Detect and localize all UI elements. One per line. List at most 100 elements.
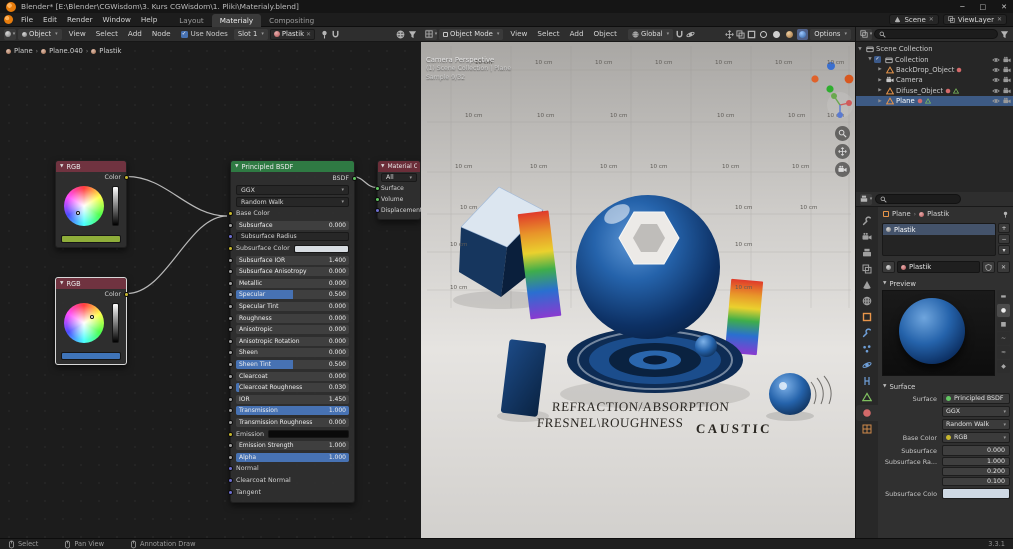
slider-ior[interactable]: IOR1.450 [236, 395, 349, 404]
outliner-search[interactable] [874, 29, 998, 39]
properties-tab-object[interactable] [856, 309, 878, 325]
input-socket-subsurface-radius[interactable] [228, 234, 233, 239]
shading-rendered-button[interactable] [797, 29, 808, 40]
output-target-dropdown[interactable]: All▾ [381, 173, 417, 183]
properties-tab-scene[interactable] [856, 277, 878, 293]
color-wheel-cursor[interactable] [90, 315, 94, 319]
surface-section-header[interactable]: ▼Surface [878, 381, 1013, 392]
snap-magnet-icon[interactable] [331, 30, 340, 39]
material-slot-active[interactable]: Plastik [883, 224, 995, 235]
viewport-menu-object[interactable]: Object [589, 27, 622, 41]
mode-dropdown[interactable]: Object Mode▾ [439, 29, 503, 40]
subsurface-method-dropdown[interactable]: Random Walk▾ [236, 197, 349, 207]
preview-type-cloth[interactable]: ≈ [997, 346, 1010, 359]
input-socket-clearcoat-roughness[interactable] [228, 385, 233, 390]
slot-button-specials[interactable]: ▾ [998, 245, 1010, 255]
outliner-row-scene-collection[interactable]: ▼Scene Collection [856, 44, 1013, 54]
material-slot-list[interactable]: Plastik [882, 223, 996, 256]
input-socket-base-color[interactable] [228, 211, 233, 216]
distribution-dropdown[interactable]: GGX▾ [236, 185, 349, 195]
app-menu-icon[interactable] [4, 15, 13, 24]
color-preview[interactable] [61, 235, 121, 243]
viewport-menu-view[interactable]: View [505, 27, 532, 41]
rgb-node-1[interactable]: ▼RGB Color [55, 160, 127, 248]
distribution-dropdown[interactable]: GGX▾ [942, 406, 1010, 417]
unlink-material-button[interactable]: ✕ [997, 261, 1010, 273]
menu-file[interactable]: File [16, 13, 38, 27]
shader-menu-add[interactable]: Add [123, 27, 147, 41]
menu-window[interactable]: Window [98, 13, 136, 27]
slot-button-remove[interactable]: − [998, 234, 1010, 244]
input-socket-tangent[interactable] [228, 490, 233, 495]
menu-help[interactable]: Help [136, 13, 162, 27]
input-socket-subsurface-anisotropy[interactable] [228, 269, 233, 274]
maximize-button[interactable]: □ [980, 3, 987, 11]
filter-icon[interactable] [408, 30, 417, 39]
slider-subsurface-ior[interactable]: Subsurface IOR1.400 [236, 256, 349, 265]
color-output-socket[interactable] [124, 175, 129, 180]
input-socket-emission-strength[interactable] [228, 443, 233, 448]
slider-emission-strength[interactable]: Emission Strength1.000 [236, 441, 349, 450]
collection-checkbox[interactable]: ✓ [874, 56, 881, 63]
slider-anisotropic[interactable]: Anisotropic0.000 [236, 325, 349, 334]
slider-subsurface[interactable]: Subsurface0.000 [236, 221, 349, 230]
input-socket-specular[interactable] [228, 292, 233, 297]
preview-type-hair[interactable]: ~ [997, 332, 1010, 345]
color-output-socket[interactable] [124, 292, 129, 297]
pin-icon[interactable] [320, 30, 329, 39]
material-selector[interactable]: Plastik ✕ [270, 29, 315, 40]
input-socket-transmission[interactable] [228, 408, 233, 413]
preview-section-header[interactable]: ▼Preview [878, 278, 1013, 289]
input-socket-subsurface-ior[interactable] [228, 258, 233, 263]
slider-sheen-tint[interactable]: Sheen Tint0.500 [236, 360, 349, 369]
hide-viewport-toggle[interactable] [992, 66, 1000, 74]
slider-subsurface-anisotropy[interactable]: Subsurface Anisotropy0.000 [236, 267, 349, 276]
options-dropdown[interactable]: Options▾ [810, 29, 851, 40]
properties-tab-modifiers[interactable] [856, 325, 878, 341]
viewport-menu-select[interactable]: Select [532, 27, 564, 41]
slider-transmission[interactable]: Transmission1.000 [236, 406, 349, 415]
input-socket-sheen-tint[interactable] [228, 362, 233, 367]
camera-view-button[interactable] [835, 162, 850, 177]
navigation-gizmo[interactable] [825, 90, 855, 120]
breadcrumb-object[interactable]: Plane [892, 210, 911, 218]
properties-tab-tool[interactable] [856, 213, 878, 229]
material-output-node[interactable]: ▼Material Out All▾ SurfaceVolumeDisplace… [377, 160, 421, 220]
scene-selector[interactable]: Scene ✕ [889, 14, 938, 25]
node-header[interactable]: ▼Principled BSDF [231, 161, 354, 172]
view-layer-unlink-icon[interactable]: ✕ [997, 16, 1002, 23]
fake-user-button[interactable] [982, 261, 995, 273]
input-socket-roughness[interactable] [228, 316, 233, 321]
gizmos-toggle-icon[interactable] [725, 30, 734, 39]
properties-tab-view-layer[interactable] [856, 261, 878, 277]
shader-menu-view[interactable]: View [64, 27, 91, 41]
outliner-search-input[interactable] [888, 30, 993, 38]
node-header[interactable]: ▼RGB [56, 161, 126, 172]
input-socket-emission[interactable] [228, 432, 233, 437]
properties-tab-constraints[interactable] [856, 373, 878, 389]
properties-tab-output[interactable] [856, 245, 878, 261]
preview-type-flat[interactable]: ▬ [997, 290, 1010, 303]
color-preview[interactable] [61, 352, 121, 360]
properties-search[interactable] [875, 194, 961, 204]
slot-button-add[interactable]: + [998, 223, 1010, 233]
move-view-button[interactable] [835, 144, 850, 159]
use-nodes-toggle[interactable]: ✓ Use Nodes [181, 30, 228, 38]
subsurface-slider[interactable]: 0.000 [942, 445, 1010, 456]
properties-tab-material[interactable] [856, 405, 878, 421]
input-socket-clearcoat-normal[interactable] [228, 478, 233, 483]
editor-type-button[interactable]: ▾ [4, 29, 16, 40]
subsurface-radius-value-2[interactable]: 0.100 [942, 477, 1010, 486]
slider-anisotropic-rotation[interactable]: Anisotropic Rotation0.000 [236, 337, 349, 346]
orientation-dropdown[interactable]: Global▾ [628, 29, 673, 40]
slider-clearcoat-roughness[interactable]: Clearcoat Roughness0.030 [236, 383, 349, 392]
shader-menu-select[interactable]: Select [91, 27, 123, 41]
workspace-tab-layout[interactable]: Layout [171, 14, 211, 27]
input-socket-displacement[interactable] [375, 208, 380, 213]
subsurface-radius-value-0[interactable]: 1.000 [942, 457, 1010, 466]
disable-render-toggle[interactable] [1003, 76, 1011, 84]
expand-toggle-icon[interactable]: ▶ [876, 67, 884, 72]
shading-solid-button[interactable] [771, 29, 782, 40]
color-wheel[interactable] [64, 186, 104, 226]
node-canvas[interactable]: Plane›Plane.040›Plastik ▼RGB Color ▼RGB … [0, 42, 421, 538]
